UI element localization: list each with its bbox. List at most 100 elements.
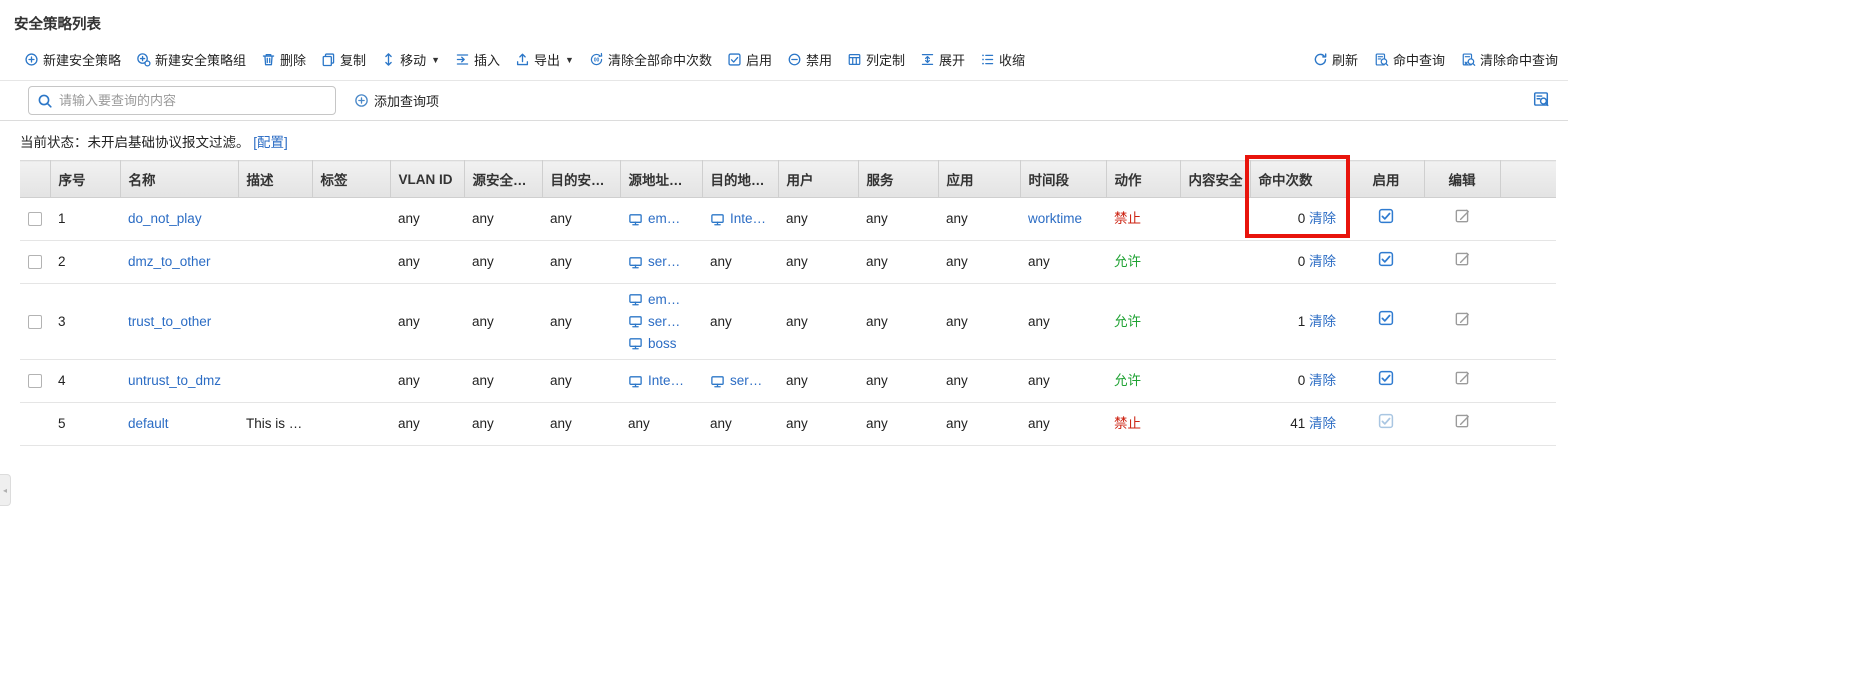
clear-hit-search-button[interactable]: 清除命中查询 xyxy=(1461,48,1558,71)
checkbox-checked-icon[interactable] xyxy=(1378,251,1394,267)
new-policy-button[interactable]: 新建安全策略 xyxy=(24,48,121,71)
title-bar: 安全策略列表 xyxy=(0,0,1568,42)
vlan-cell: any xyxy=(390,360,464,403)
user-cell: any xyxy=(778,360,858,403)
col-header-content[interactable]: 内容安全 xyxy=(1180,161,1250,198)
src-address-link[interactable]: Inte… xyxy=(648,370,684,392)
delete-button[interactable]: 删除 xyxy=(261,48,306,71)
checkbox-checked-icon[interactable] xyxy=(1378,310,1394,326)
col-header-name[interactable]: 名称 xyxy=(120,161,238,198)
service-cell: any xyxy=(858,360,938,403)
desc-cell xyxy=(238,198,312,241)
service-cell: any xyxy=(858,284,938,360)
col-header-dst-zone[interactable]: 目的安… xyxy=(542,161,620,198)
src-address-link[interactable]: ser… xyxy=(648,251,680,273)
column-custom-button[interactable]: 列定制 xyxy=(847,48,905,71)
col-header-app[interactable]: 应用 xyxy=(938,161,1020,198)
clear-hits-link[interactable]: 清除 xyxy=(1309,314,1336,329)
move-label: 移动 xyxy=(400,50,426,69)
edit-icon[interactable] xyxy=(1454,310,1471,327)
add-query-label: 添加查询项 xyxy=(374,91,439,110)
enable-cell xyxy=(1348,360,1424,403)
name-cell: dmz_to_other xyxy=(120,241,238,284)
action-cell: 允许 xyxy=(1106,284,1180,360)
insert-button[interactable]: 插入 xyxy=(455,48,500,71)
new-policy-label: 新建安全策略 xyxy=(43,50,121,69)
col-header-src-addr[interactable]: 源地址… xyxy=(620,161,702,198)
hit-query-panel-button[interactable] xyxy=(1532,90,1550,111)
col-header-seq[interactable]: 序号 xyxy=(50,161,120,198)
search-input[interactable] xyxy=(59,93,327,108)
col-header-edit[interactable]: 编辑 xyxy=(1424,161,1500,198)
clear-hits-link[interactable]: 清除 xyxy=(1309,373,1336,388)
policy-name-link[interactable]: trust_to_other xyxy=(128,314,211,329)
policy-name-link[interactable]: default xyxy=(128,416,169,431)
col-header-user[interactable]: 用户 xyxy=(778,161,858,198)
collapse-label: 收缩 xyxy=(999,50,1025,69)
user-cell: any xyxy=(778,284,858,360)
hit-search-button[interactable]: 命中查询 xyxy=(1374,48,1445,71)
src-address-link[interactable]: ser… xyxy=(648,311,680,333)
dst-address-link[interactable]: Inte… xyxy=(730,208,766,230)
row-checkbox[interactable] xyxy=(28,374,42,388)
content-security-cell xyxy=(1180,198,1250,241)
col-header-enable[interactable]: 启用 xyxy=(1348,161,1424,198)
col-header-vlan[interactable]: VLAN ID xyxy=(390,161,464,198)
seq-cell: 5 xyxy=(50,403,120,446)
trash-icon xyxy=(261,52,276,67)
action-cell: 允许 xyxy=(1106,360,1180,403)
config-link[interactable]: [配置] xyxy=(253,135,288,150)
edit-icon[interactable] xyxy=(1454,412,1471,429)
src-address-link[interactable]: em… xyxy=(648,289,680,311)
src-address-link[interactable]: boss xyxy=(648,333,677,355)
move-button[interactable]: 移动▼ xyxy=(381,48,440,71)
policy-name-link[interactable]: do_not_play xyxy=(128,211,202,226)
dst-address-link[interactable]: ser… xyxy=(730,370,762,392)
new-policy-group-button[interactable]: 新建安全策略组 xyxy=(136,48,246,71)
col-header-service[interactable]: 服务 xyxy=(858,161,938,198)
content-security-cell xyxy=(1180,284,1250,360)
export-button[interactable]: 导出▼ xyxy=(515,48,574,71)
edit-icon[interactable] xyxy=(1454,207,1471,224)
refresh-button[interactable]: 刷新 xyxy=(1313,48,1358,71)
col-header-tag[interactable]: 标签 xyxy=(312,161,390,198)
time-range-link[interactable]: worktime xyxy=(1028,211,1082,226)
src-address-link[interactable]: em… xyxy=(648,208,680,230)
col-header-dst-addr[interactable]: 目的地… xyxy=(702,161,778,198)
disable-button[interactable]: 禁用 xyxy=(787,48,832,71)
panel-collapse-handle[interactable]: ◂ xyxy=(0,474,11,506)
clear-hits-link[interactable]: 清除 xyxy=(1309,416,1336,431)
col-header-desc[interactable]: 描述 xyxy=(238,161,312,198)
clear-all-hits-button[interactable]: 00 清除全部命中次数 xyxy=(589,48,712,71)
security-policy-page: 安全策略列表 新建安全策略 新建安全策略组 删除 复制 移动▼ xyxy=(0,0,1861,446)
checkbox-checked-icon[interactable] xyxy=(1378,208,1394,224)
clear-all-hits-label: 清除全部命中次数 xyxy=(608,50,712,69)
enable-button[interactable]: 启用 xyxy=(727,48,772,71)
expand-button[interactable]: 展开 xyxy=(920,48,965,71)
edit-icon[interactable] xyxy=(1454,250,1471,267)
col-header-action[interactable]: 动作 xyxy=(1106,161,1180,198)
content-security-cell xyxy=(1180,360,1250,403)
policy-table: 序号 名称 描述 标签 VLAN ID 源安全… 目的安… 源地址… 目的地… … xyxy=(20,160,1556,446)
col-header-hits[interactable]: 命中次数 xyxy=(1250,161,1348,198)
col-header-time[interactable]: 时间段 xyxy=(1020,161,1106,198)
hit-query-panel-icon xyxy=(1532,90,1550,108)
user-cell: any xyxy=(778,241,858,284)
edit-icon[interactable] xyxy=(1454,369,1471,386)
status-text: 当前状态：未开启基础协议报文过滤。 xyxy=(20,135,250,150)
clear-hits-link[interactable]: 清除 xyxy=(1309,211,1336,226)
clear-hits-link[interactable]: 清除 xyxy=(1309,254,1336,269)
add-query-button[interactable]: 添加查询项 xyxy=(354,91,439,110)
policy-name-link[interactable]: dmz_to_other xyxy=(128,254,211,269)
checkbox-checked-icon[interactable] xyxy=(1378,370,1394,386)
row-checkbox[interactable] xyxy=(28,255,42,269)
select-cell xyxy=(20,403,50,446)
user-cell: any xyxy=(778,198,858,241)
copy-button[interactable]: 复制 xyxy=(321,48,366,71)
row-checkbox[interactable] xyxy=(28,315,42,329)
vlan-cell: any xyxy=(390,284,464,360)
col-header-src-zone[interactable]: 源安全… xyxy=(464,161,542,198)
collapse-button[interactable]: 收缩 xyxy=(980,48,1025,71)
policy-name-link[interactable]: untrust_to_dmz xyxy=(128,373,221,388)
row-checkbox[interactable] xyxy=(28,212,42,226)
